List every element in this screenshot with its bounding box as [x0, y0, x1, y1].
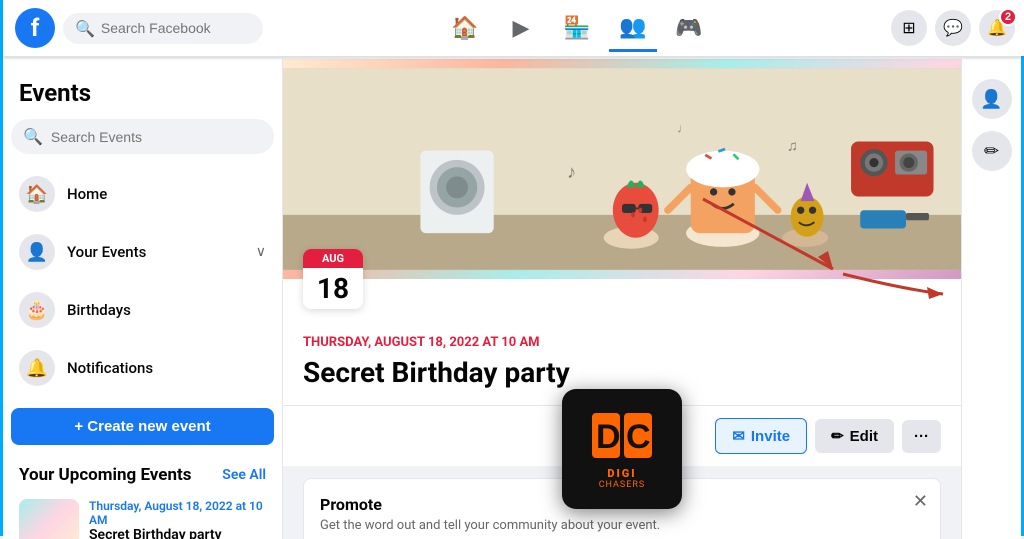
event-title: Secret Birthday party [303, 356, 941, 389]
event-details-section: AUG 18 THURSDAY, AUGUST 18, 2022 AT 10 A… [283, 279, 961, 405]
main-layout: Events 🔍 🏠 Home 👤 Your Events ∨ 🎂 Birthd… [3, 59, 1021, 539]
see-all-upcoming[interactable]: See All [222, 467, 266, 483]
digi-logo-svg: D C [587, 408, 657, 463]
sidebar-title: Events [11, 71, 274, 119]
digi-brand-text: DIGI [607, 467, 636, 480]
nav-right-buttons: ⊞ 💬 🔔 2 [891, 10, 1015, 46]
invite-button[interactable]: ✉ Invite [715, 418, 807, 454]
nav-video-button[interactable]: ▶ [497, 4, 545, 52]
create-event-button[interactable]: + Create new event [11, 408, 274, 445]
svg-text:D: D [596, 418, 621, 456]
sidebar-item-home[interactable]: 🏠 Home [11, 166, 274, 222]
sidebar-search-container: 🔍 [11, 119, 274, 154]
edit-icon: ✏ [831, 427, 844, 445]
sidebar-item-notifications[interactable]: 🔔 Notifications [11, 340, 274, 396]
profile-icon-right[interactable]: 👤 [972, 79, 1012, 119]
search-input[interactable] [101, 20, 251, 36]
upcoming-section-header: Your Upcoming Events See All [19, 465, 266, 485]
event-date-small: Thursday, August 18, 2022 at 10 AM [89, 499, 266, 527]
cake-icon: 🎂 [19, 292, 55, 328]
main-content: ♪ ♫ ♩ [283, 59, 961, 539]
date-badge-day: 18 [303, 268, 363, 309]
event-info: Thursday, August 18, 2022 at 10 AM Secre… [89, 499, 266, 539]
sidebar-home-label: Home [67, 185, 266, 203]
date-badge: AUG 18 [303, 249, 363, 309]
notification-badge: 2 [999, 8, 1017, 26]
right-panel: 👤 ✏ [961, 59, 1021, 539]
upcoming-title: Your Upcoming Events [19, 465, 192, 485]
person-icon: 👤 [19, 234, 55, 270]
nav-grid-button[interactable]: ⊞ [891, 10, 927, 46]
facebook-logo[interactable]: f [15, 8, 55, 48]
search-bar-container: 🔍 [63, 13, 263, 44]
promote-close-button[interactable]: ✕ [913, 491, 928, 512]
svg-text:♩: ♩ [677, 121, 690, 136]
chevron-down-icon: ∨ [256, 244, 266, 260]
nav-notifications-button[interactable]: 🔔 2 [979, 10, 1015, 46]
home-icon: 🏠 [19, 176, 55, 212]
event-thumbnail [19, 499, 79, 539]
event-datetime: THURSDAY, AUGUST 18, 2022 AT 10 AM [303, 335, 941, 350]
cover-illustration: ♪ ♫ ♩ [283, 59, 961, 279]
digichasers-overlay: D C DIGI CHASERS [562, 389, 682, 509]
invite-icon: ✉ [732, 427, 745, 445]
svg-text:♫: ♫ [787, 137, 798, 155]
sidebar-your-events-label: Your Events [67, 243, 244, 261]
nav-icons-center: 🏠 ▶ 🏪 👥 🎮 [263, 4, 891, 52]
sidebar-notifications-label: Notifications [67, 359, 266, 377]
sidebar-search-input[interactable] [51, 129, 262, 145]
more-options-button[interactable]: ··· [902, 420, 941, 453]
sidebar-birthdays-label: Birthdays [67, 301, 266, 319]
digichasers-logo: D C DIGI CHASERS [562, 389, 682, 509]
date-badge-month: AUG [303, 249, 363, 268]
sidebar-item-your-events[interactable]: 👤 Your Events ∨ [11, 224, 274, 280]
nav-home-button[interactable]: 🏠 [441, 4, 489, 52]
compose-icon-right[interactable]: ✏ [972, 131, 1012, 171]
promote-description: Get the word out and tell your community… [320, 518, 924, 533]
event-cover-image: ♪ ♫ ♩ [283, 59, 961, 279]
digi-sub-text: CHASERS [599, 480, 646, 490]
nav-groups-button[interactable]: 👥 [609, 4, 657, 52]
svg-text:C: C [626, 418, 651, 456]
nav-marketplace-button[interactable]: 🏪 [553, 4, 601, 52]
upcoming-event-item[interactable]: Thursday, August 18, 2022 at 10 AM Secre… [19, 493, 266, 539]
edit-button[interactable]: ✏ Edit [815, 419, 894, 453]
svg-text:♪: ♪ [567, 162, 576, 183]
sidebar-search-icon: 🔍 [23, 127, 43, 146]
upcoming-events-section: Your Upcoming Events See All Thursday, A… [11, 457, 274, 539]
nav-gaming-button[interactable]: 🎮 [665, 4, 713, 52]
event-name-small: Secret Birthday party [89, 527, 266, 539]
bell-icon: 🔔 [19, 350, 55, 386]
top-navigation: f 🔍 🏠 ▶ 🏪 👥 🎮 ⊞ 💬 🔔 2 [3, 0, 1024, 56]
sidebar: Events 🔍 🏠 Home 👤 Your Events ∨ 🎂 Birthd… [3, 59, 283, 539]
sidebar-item-birthdays[interactable]: 🎂 Birthdays [11, 282, 274, 338]
nav-messenger-button[interactable]: 💬 [935, 10, 971, 46]
search-icon: 🔍 [75, 19, 95, 38]
